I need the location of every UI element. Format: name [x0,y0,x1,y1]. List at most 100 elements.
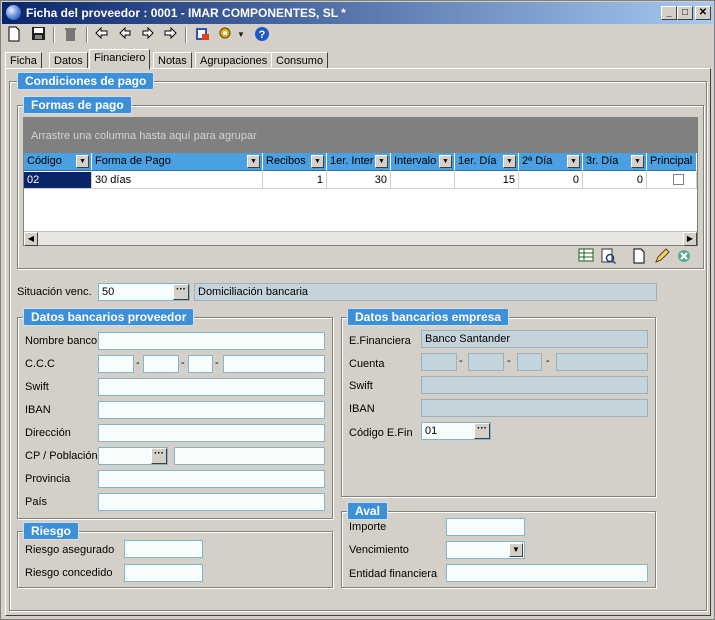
situacion-lookup-button[interactable]: ··· [173,284,189,300]
chevron-down-icon[interactable]: ▼ [509,543,523,557]
prev-icon[interactable] [116,26,134,44]
pais-input[interactable] [98,493,325,511]
cuenta-separator: - [507,355,511,367]
first-icon[interactable] [93,26,111,44]
scroll-left-icon[interactable]: ◀ [24,232,38,246]
swift-input[interactable] [98,378,325,396]
cp-lookup-button[interactable]: ··· [151,448,167,464]
help-icon[interactable]: ? [253,26,271,44]
cell-codigo[interactable]: 02 [24,172,92,189]
col-header-1er-inter[interactable]: 1er. Inter ▼ [327,153,391,171]
horizontal-scrollbar[interactable]: ◀ ▶ [24,231,697,246]
col-header-label: Intervalo [394,155,437,167]
chevron-down-icon[interactable]: ▼ [311,155,324,168]
codigo-efin-lookup-button[interactable]: ··· [474,423,490,439]
minimize-button[interactable]: _ [661,6,677,20]
entidad-financiera-input[interactable] [446,564,648,582]
efinanciera-label: E.Financiera [349,335,411,347]
col-header-forma[interactable]: Forma de Pago ▼ [92,153,263,171]
tools-icon[interactable] [217,26,235,44]
cuenta-dc-field [517,353,542,371]
preview-icon[interactable] [599,248,617,266]
cell-forma[interactable]: 30 días [92,172,263,189]
riesgo-title: Riesgo [23,522,80,540]
col-header-principal[interactable]: Principal [647,153,697,171]
tab-financiero[interactable]: Financiero [89,49,151,70]
cell-1er-inter[interactable]: 30 [327,172,391,189]
chevron-down-icon[interactable]: ▼ [375,155,388,168]
close-button[interactable]: ✕ [695,6,711,20]
col-header-label: Principal [650,155,693,167]
col-header-label: 3r. Día [586,155,619,167]
riesgo-asegurado-input[interactable] [124,540,203,558]
poblacion-input[interactable] [174,447,325,465]
report-icon[interactable] [193,26,211,44]
empresa-title: Datos bancarios empresa [347,308,510,326]
next-icon[interactable] [139,26,157,44]
last-icon[interactable] [161,26,179,44]
efinanciera-value-text: Banco Santander [425,333,511,345]
toolbar-separator [86,27,88,43]
col-header-label: Recibos [266,155,306,167]
delete-row-icon[interactable] [675,248,693,266]
empresa-iban-label: IBAN [349,403,375,415]
chevron-down-icon[interactable]: ▼ [631,155,644,168]
chevron-down-icon[interactable]: ▼ [247,155,260,168]
cell-intervalo[interactable] [391,172,455,189]
new-doc-icon[interactable] [5,26,23,44]
importe-input[interactable] [446,518,525,536]
maximize-button[interactable]: □ [677,6,693,20]
direccion-input[interactable] [98,424,325,442]
situacion-label: Situación venc. [17,286,92,298]
chevron-down-icon[interactable]: ▼ [76,155,89,168]
chevron-down-icon[interactable]: ▼ [439,155,452,168]
col-header-intervalo[interactable]: Intervalo ▼ [391,153,455,171]
ccc-oficina-input[interactable] [143,355,179,373]
ccc-entidad-input[interactable] [98,355,134,373]
riesgo-concedido-input[interactable] [124,564,203,582]
vencimiento-select[interactable]: ▼ [446,541,525,559]
group-hint: Arrastre una columna hasta aquí para agr… [31,130,257,142]
nombre-banco-input[interactable] [98,332,325,350]
principal-checkbox[interactable] [673,174,684,185]
situacion-description: Domiciliación bancaria [194,283,657,301]
ccc-separator: - [136,357,140,369]
chevron-down-icon[interactable]: ▼ [567,155,580,168]
cell-2a-dia[interactable]: 0 [519,172,583,189]
col-header-label: Código [27,155,62,167]
col-header-label: Forma de Pago [95,155,171,167]
export-excel-icon[interactable] [577,248,595,266]
edit-icon[interactable] [653,248,671,266]
pais-label: País [25,496,48,508]
provincia-input[interactable] [98,470,325,488]
col-header-2a-dia[interactable]: 2ª Día ▼ [519,153,583,171]
vencimiento-label: Vencimiento [349,544,409,556]
ccc-dc-input[interactable] [188,355,213,373]
save-icon[interactable] [29,26,47,44]
chevron-down-icon[interactable]: ▼ [503,155,516,168]
cell-3r-dia[interactable]: 0 [583,172,647,189]
ccc-cuenta-input[interactable] [223,355,325,373]
new-row-icon[interactable] [630,248,648,266]
col-header-codigo[interactable]: Código ▼ [24,153,92,171]
tab-ficha[interactable]: Ficha [5,52,42,69]
group-drop-area[interactable]: Arrastre una columna hasta aquí para agr… [24,118,697,153]
cell-principal[interactable] [647,172,697,189]
ccc-separator: - [181,357,185,369]
tab-notas[interactable]: Notas [153,52,192,69]
col-header-3r-dia[interactable]: 3r. Día ▼ [583,153,647,171]
delete-icon[interactable] [61,26,79,44]
tab-consumo[interactable]: Consumo [271,52,329,69]
title-bar[interactable]: Ficha del proveedor : 0001 - IMAR COMPON… [2,2,713,24]
scroll-right-icon[interactable]: ▶ [683,232,697,246]
cell-1er-dia[interactable]: 15 [455,172,519,189]
ccc-label: C.C.C [25,358,55,370]
tab-datos[interactable]: Datos [49,52,88,69]
tab-agrupaciones[interactable]: Agrupaciones [195,52,273,69]
iban-input[interactable] [98,401,325,419]
chevron-down-icon[interactable]: ▼ [236,26,246,44]
col-header-1er-dia[interactable]: 1er. Día ▼ [455,153,519,171]
col-header-recibos[interactable]: Recibos ▼ [263,153,327,171]
riesgo-asegurado-label: Riesgo asegurado [25,544,115,556]
cell-recibos[interactable]: 1 [263,172,327,189]
